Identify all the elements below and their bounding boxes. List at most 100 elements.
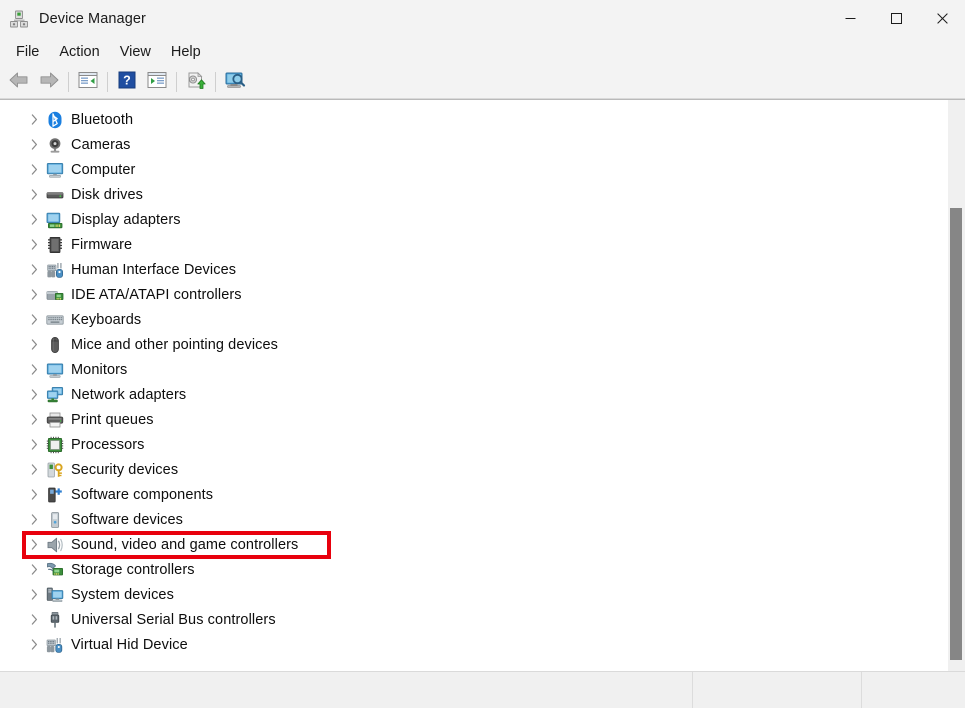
printer-icon (46, 411, 64, 429)
tree-item-print-queues[interactable]: Print queues (0, 407, 947, 432)
tree-item-label: Firmware (71, 236, 133, 253)
tree-item-partial-top (0, 100, 947, 107)
tree-item-label: Software components (71, 486, 214, 503)
tree-item-label: IDE ATA/ATAPI controllers (71, 286, 242, 303)
tree-item-software-devices[interactable]: Software devices (0, 507, 947, 532)
virtual-hid-icon (46, 636, 64, 654)
back-button[interactable] (4, 68, 34, 96)
chevron-right-icon[interactable] (27, 532, 41, 557)
chevron-right-icon[interactable] (27, 482, 41, 507)
chevron-right-icon[interactable] (27, 207, 41, 232)
chevron-right-icon[interactable] (27, 307, 41, 332)
scan-hardware-changes-button[interactable] (220, 68, 250, 96)
monitor-icon (46, 361, 64, 379)
tree-item-cameras[interactable]: Cameras (0, 132, 947, 157)
menu-file[interactable]: File (6, 41, 49, 63)
tree-item-sound-video-and-game-controllers[interactable]: Sound, video and game controllers (0, 532, 947, 557)
menu-view[interactable]: View (110, 41, 161, 63)
chevron-right-icon[interactable] (27, 632, 41, 657)
tree-item-monitors[interactable]: Monitors (0, 357, 947, 382)
tree-item-label: Print queues (71, 411, 154, 428)
tree-item-label: Bluetooth (71, 111, 134, 128)
chevron-right-icon[interactable] (27, 357, 41, 382)
chevron-right-icon[interactable] (27, 457, 41, 482)
scrollbar-thumb[interactable] (950, 208, 962, 660)
help-button[interactable]: ? (112, 68, 142, 96)
storage-controller-icon (46, 561, 64, 579)
tree-item-processors[interactable]: Processors (0, 432, 947, 457)
chevron-right-icon[interactable] (27, 157, 41, 182)
window-title: Device Manager (39, 10, 146, 27)
usb-icon (46, 611, 64, 629)
chevron-right-icon[interactable] (27, 507, 41, 532)
tree-item-ide-ata-atapi-controllers[interactable]: IDE ATA/ATAPI controllers (0, 282, 947, 307)
software-device-icon (46, 511, 64, 529)
update-driver-button[interactable] (181, 68, 211, 96)
chevron-right-icon[interactable] (27, 607, 41, 632)
device-tree-panel: Bluetooth Cameras Computer Disk drives Displ… (0, 99, 965, 671)
chevron-right-icon[interactable] (27, 232, 41, 257)
maximize-button[interactable] (873, 0, 919, 37)
update-driver-icon (186, 71, 206, 94)
hid-gamepad-icon (46, 261, 64, 279)
scan-hardware-icon (224, 71, 246, 94)
minimize-button[interactable] (827, 0, 873, 37)
chevron-right-icon[interactable] (27, 332, 41, 357)
tree-item-disk-drives[interactable]: Disk drives (0, 182, 947, 207)
tree-item-display-adapters[interactable]: Display adapters (0, 207, 947, 232)
forward-button[interactable] (34, 68, 64, 96)
toolbar-separator-4 (215, 72, 216, 92)
tree-item-label: Virtual Hid Device (71, 636, 188, 653)
display-adapter-icon (46, 211, 64, 229)
chevron-right-icon[interactable] (27, 132, 41, 157)
chevron-right-icon[interactable] (27, 382, 41, 407)
keyboard-icon (46, 311, 64, 329)
console-tree-icon (78, 71, 98, 94)
tree-item-label: Universal Serial Bus controllers (71, 611, 276, 628)
tree-item-mice-and-other-pointing-devices[interactable]: Mice and other pointing devices (0, 332, 947, 357)
tree-item-label: Monitors (71, 361, 128, 378)
tree-item-bluetooth[interactable]: Bluetooth (0, 107, 947, 132)
device-tree[interactable]: Bluetooth Cameras Computer Disk drives Displ… (0, 100, 947, 671)
tree-item-universal-serial-bus-controllers[interactable]: Universal Serial Bus controllers (0, 607, 947, 632)
tree-item-computer[interactable]: Computer (0, 157, 947, 182)
properties-button[interactable] (142, 68, 172, 96)
forward-arrow-icon (38, 71, 60, 94)
tree-item-software-components[interactable]: Software components (0, 482, 947, 507)
menu-action[interactable]: Action (49, 41, 109, 63)
tree-item-storage-controllers[interactable]: Storage controllers (0, 557, 947, 582)
tree-item-security-devices[interactable]: Security devices (0, 457, 947, 482)
toolbar: ? (0, 66, 965, 99)
tree-item-label: Processors (71, 436, 145, 453)
chevron-right-icon[interactable] (27, 407, 41, 432)
chevron-right-icon[interactable] (27, 557, 41, 582)
tree-item-keyboards[interactable]: Keyboards (0, 307, 947, 332)
status-cell-3 (861, 672, 965, 708)
chevron-right-icon[interactable] (27, 257, 41, 282)
ide-controller-icon (46, 286, 64, 304)
show-hide-console-tree-button[interactable] (73, 68, 103, 96)
menu-help[interactable]: Help (161, 41, 211, 63)
status-cell-2 (692, 672, 861, 708)
tree-item-firmware[interactable]: Firmware (0, 232, 947, 257)
tree-item-network-adapters[interactable]: Network adapters (0, 382, 947, 407)
properties-icon (147, 71, 167, 94)
chevron-right-icon[interactable] (27, 282, 41, 307)
tree-item-label: System devices (71, 586, 174, 603)
tree-item-human-interface-devices[interactable]: Human Interface Devices (0, 257, 947, 282)
disk-drive-icon (46, 186, 64, 204)
toolbar-separator-3 (176, 72, 177, 92)
computer-monitor-icon (46, 161, 64, 179)
chevron-right-icon[interactable] (27, 107, 41, 132)
tree-item-virtual-hid-device[interactable]: Virtual Hid Device (0, 632, 947, 657)
tree-item-system-devices[interactable]: System devices (0, 582, 947, 607)
status-cell-1 (0, 672, 692, 708)
tree-item-label: Computer (71, 161, 136, 178)
camera-icon (46, 136, 64, 154)
close-button[interactable] (919, 0, 965, 37)
chevron-right-icon[interactable] (27, 182, 41, 207)
vertical-scrollbar[interactable] (947, 100, 965, 671)
chevron-right-icon[interactable] (27, 432, 41, 457)
chevron-right-icon[interactable] (27, 582, 41, 607)
tree-item-label: Network adapters (71, 386, 187, 403)
